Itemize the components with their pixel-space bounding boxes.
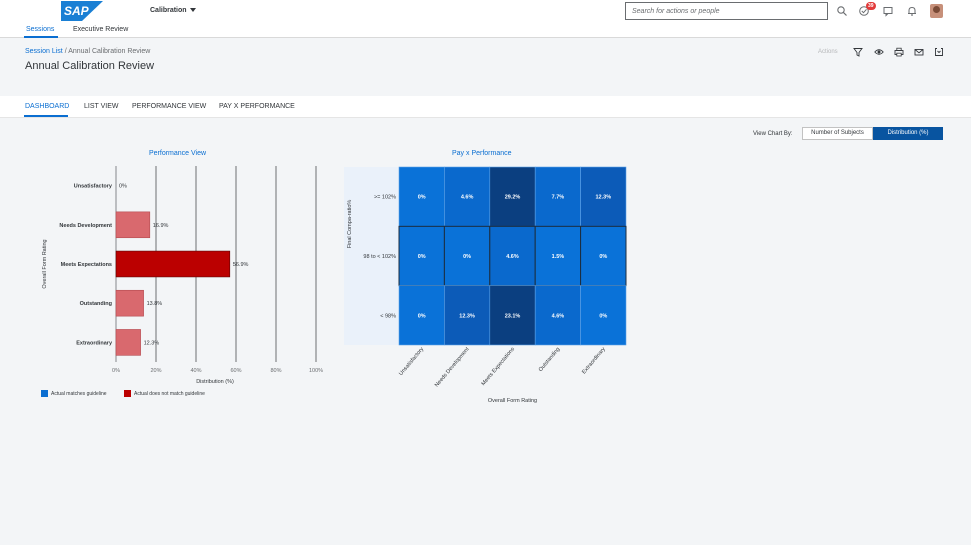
legend-label-not-match: Actual does not match guideline (134, 390, 205, 397)
y-tick-label: < 98% (380, 313, 396, 319)
cell-label: 12.3% (595, 195, 611, 201)
x-axis-label: Overall Form Rating (488, 398, 537, 404)
cell-label: 7.7% (552, 195, 565, 201)
y-tick-label: >= 102% (374, 195, 396, 201)
legend-swatch-matches (41, 390, 48, 397)
legend-swatch-not-match (124, 390, 131, 397)
cell-label: 4.6% (552, 313, 565, 319)
y-axis-label: Final Compa-ratio% (347, 200, 353, 249)
x-tick-label: Extraordinary (581, 346, 607, 375)
x-tick-label: Meets Expectations (481, 346, 517, 387)
cell-label: 0% (418, 254, 426, 260)
x-tick-label: Outstanding (538, 346, 562, 373)
cell-label: 29.2% (505, 195, 521, 201)
y-tick-label: 98 to < 102% (363, 254, 396, 260)
legend-item-not-match: Actual does not match guideline (124, 390, 205, 397)
cell-label: 0% (418, 195, 426, 201)
cell-label: 0% (599, 313, 607, 319)
cell-label: 23.1% (505, 313, 521, 319)
x-tick-label: Unsatisfactory (398, 346, 425, 377)
pay-x-performance-heatmap: 0% 4.6% 29.2% 7.7% 12.3% >= 102% 0% 0% 4.6% 1.5% 0… (344, 166, 627, 404)
cell-label: 1.5% (552, 254, 565, 260)
cell-label: 0% (418, 313, 426, 319)
cell-label: 4.6% (461, 195, 474, 201)
cell-label: 0% (463, 254, 471, 260)
legend-item-matches: Actual matches guideline (41, 390, 107, 397)
x-tick-label: Needs Development (434, 346, 471, 388)
cell-label: 4.6% (506, 254, 519, 260)
cell-label: 12.3% (459, 313, 475, 319)
cell-label: 0% (599, 254, 607, 260)
legend-label-matches: Actual matches guideline (51, 390, 107, 397)
